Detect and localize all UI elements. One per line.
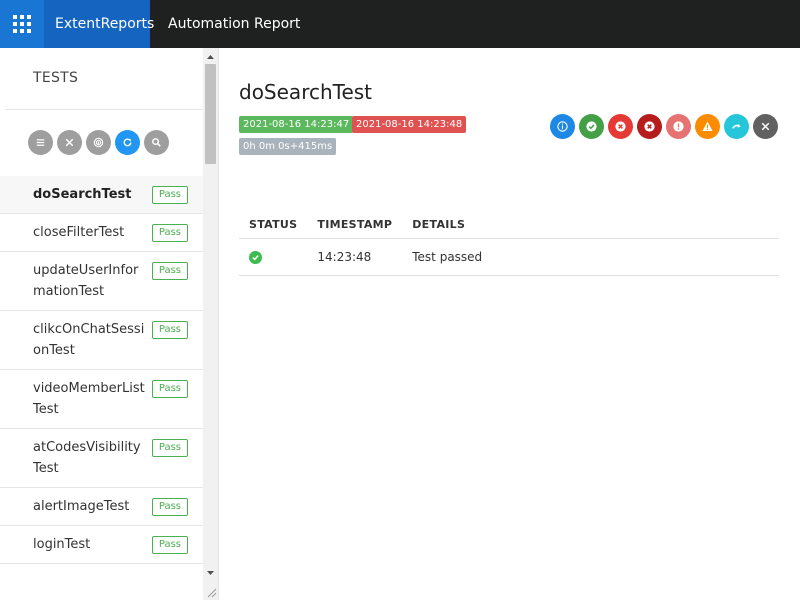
check-icon bbox=[586, 121, 597, 132]
exclamation-icon bbox=[673, 121, 684, 132]
scroll-up-arrow-icon[interactable] bbox=[203, 52, 218, 62]
status-badge: Pass bbox=[151, 186, 188, 204]
test-name: videoMemberListTest bbox=[33, 381, 145, 417]
apps-menu-button[interactable] bbox=[0, 0, 44, 48]
status-badge: Pass bbox=[151, 262, 188, 280]
timestamp-column-header: TIMESTAMP bbox=[307, 212, 403, 239]
test-list-item[interactable]: atCodesVisibilityTest Pass bbox=[0, 429, 203, 488]
test-list: doSearchTest Pass closeFilterTest Pass u… bbox=[0, 176, 203, 564]
warning-filter-button[interactable] bbox=[695, 114, 720, 139]
status-column-header: STATUS bbox=[239, 212, 308, 239]
scrollbar-thumb[interactable] bbox=[205, 64, 216, 164]
clear-status-filter-button[interactable] bbox=[753, 114, 778, 139]
start-time-badge: 2021-08-16 14:23:47 bbox=[239, 116, 354, 133]
sidebar-scrollbar[interactable] bbox=[203, 48, 218, 600]
details-cell: Test passed bbox=[402, 238, 779, 276]
test-name: updateUserInformationTest bbox=[33, 263, 139, 299]
pass-filter-button[interactable] bbox=[579, 114, 604, 139]
status-cell bbox=[239, 238, 308, 276]
search-icon bbox=[152, 138, 161, 147]
close-icon bbox=[65, 138, 74, 147]
info-filter-button[interactable] bbox=[550, 114, 575, 139]
table-header-row: STATUS TIMESTAMP DETAILS bbox=[239, 212, 779, 239]
search-filter-button[interactable] bbox=[144, 130, 169, 155]
status-badge: Pass bbox=[151, 380, 188, 398]
test-name: atCodesVisibilityTest bbox=[33, 440, 141, 476]
grid-icon bbox=[13, 15, 31, 33]
status-badge: Pass bbox=[151, 439, 188, 457]
test-detail-panel: doSearchTest 2021-08-16 14:23:47 2021-08… bbox=[220, 48, 800, 600]
sidebar-header: TESTS bbox=[5, 48, 203, 110]
warning-icon bbox=[702, 121, 713, 131]
status-badge: Pass bbox=[151, 536, 188, 554]
fail-filter-button[interactable] bbox=[608, 114, 633, 139]
scroll-down-arrow-icon[interactable] bbox=[203, 568, 218, 578]
error-filter-button[interactable] bbox=[666, 114, 691, 139]
duration-badge: 0h 0m 0s+415ms bbox=[239, 138, 337, 155]
status-badge: Pass bbox=[151, 498, 188, 516]
status-badge: Pass bbox=[151, 321, 188, 339]
test-list-item[interactable]: clikcOnChatSessionTest Pass bbox=[0, 311, 203, 370]
refresh-filter-button[interactable] bbox=[115, 130, 140, 155]
test-name: doSearchTest bbox=[33, 187, 132, 202]
close-icon bbox=[761, 122, 770, 131]
refresh-icon bbox=[123, 138, 132, 147]
test-list-item[interactable]: videoMemberListTest Pass bbox=[0, 370, 203, 429]
test-list-item[interactable]: loginTest Pass bbox=[0, 526, 203, 564]
test-list-item[interactable]: updateUserInformationTest Pass bbox=[0, 252, 203, 311]
check-circle-icon bbox=[249, 250, 262, 264]
status-filter-toolbar bbox=[550, 114, 778, 139]
table-row: 14:23:48 Test passed bbox=[239, 238, 779, 276]
test-name: loginTest bbox=[33, 537, 91, 552]
resize-grip-icon[interactable] bbox=[205, 586, 217, 598]
test-name: alertImageTest bbox=[33, 499, 130, 514]
test-name: closeFilterTest bbox=[33, 225, 125, 240]
brand-label[interactable]: ExtentReports bbox=[44, 0, 154, 48]
sidebar-title: TESTS bbox=[33, 70, 79, 86]
test-log-table: STATUS TIMESTAMP DETAILS 14:23:48 Test p… bbox=[239, 212, 779, 276]
clear-filter-button[interactable] bbox=[57, 130, 82, 155]
skip-icon bbox=[732, 123, 741, 129]
x-icon bbox=[644, 121, 655, 132]
x-icon bbox=[615, 121, 626, 132]
fingerprint-filter-button[interactable] bbox=[86, 130, 111, 155]
top-navbar: ExtentReports Automation Report bbox=[0, 0, 800, 48]
test-name: clikcOnChatSessionTest bbox=[33, 322, 145, 358]
list-icon bbox=[36, 139, 45, 146]
skip-filter-button[interactable] bbox=[724, 114, 749, 139]
list-filter-button[interactable] bbox=[28, 130, 53, 155]
test-sidebar: TESTS doSearchTest Pass closeFilterTest … bbox=[0, 48, 219, 600]
fatal-filter-button[interactable] bbox=[637, 114, 662, 139]
test-list-item[interactable]: closeFilterTest Pass bbox=[0, 214, 203, 252]
details-column-header: DETAILS bbox=[402, 212, 779, 239]
end-time-badge: 2021-08-16 14:23:48 bbox=[352, 116, 467, 133]
status-badge: Pass bbox=[151, 224, 188, 242]
test-list-item[interactable]: doSearchTest Pass bbox=[0, 176, 203, 214]
info-icon bbox=[557, 121, 568, 132]
timestamp-cell: 14:23:48 bbox=[307, 238, 403, 276]
report-title: Automation Report bbox=[168, 16, 301, 32]
test-title: doSearchTest bbox=[239, 80, 373, 104]
test-list-item[interactable]: alertImageTest Pass bbox=[0, 488, 203, 526]
filter-toolbar bbox=[28, 130, 169, 155]
fingerprint-icon bbox=[93, 137, 104, 148]
